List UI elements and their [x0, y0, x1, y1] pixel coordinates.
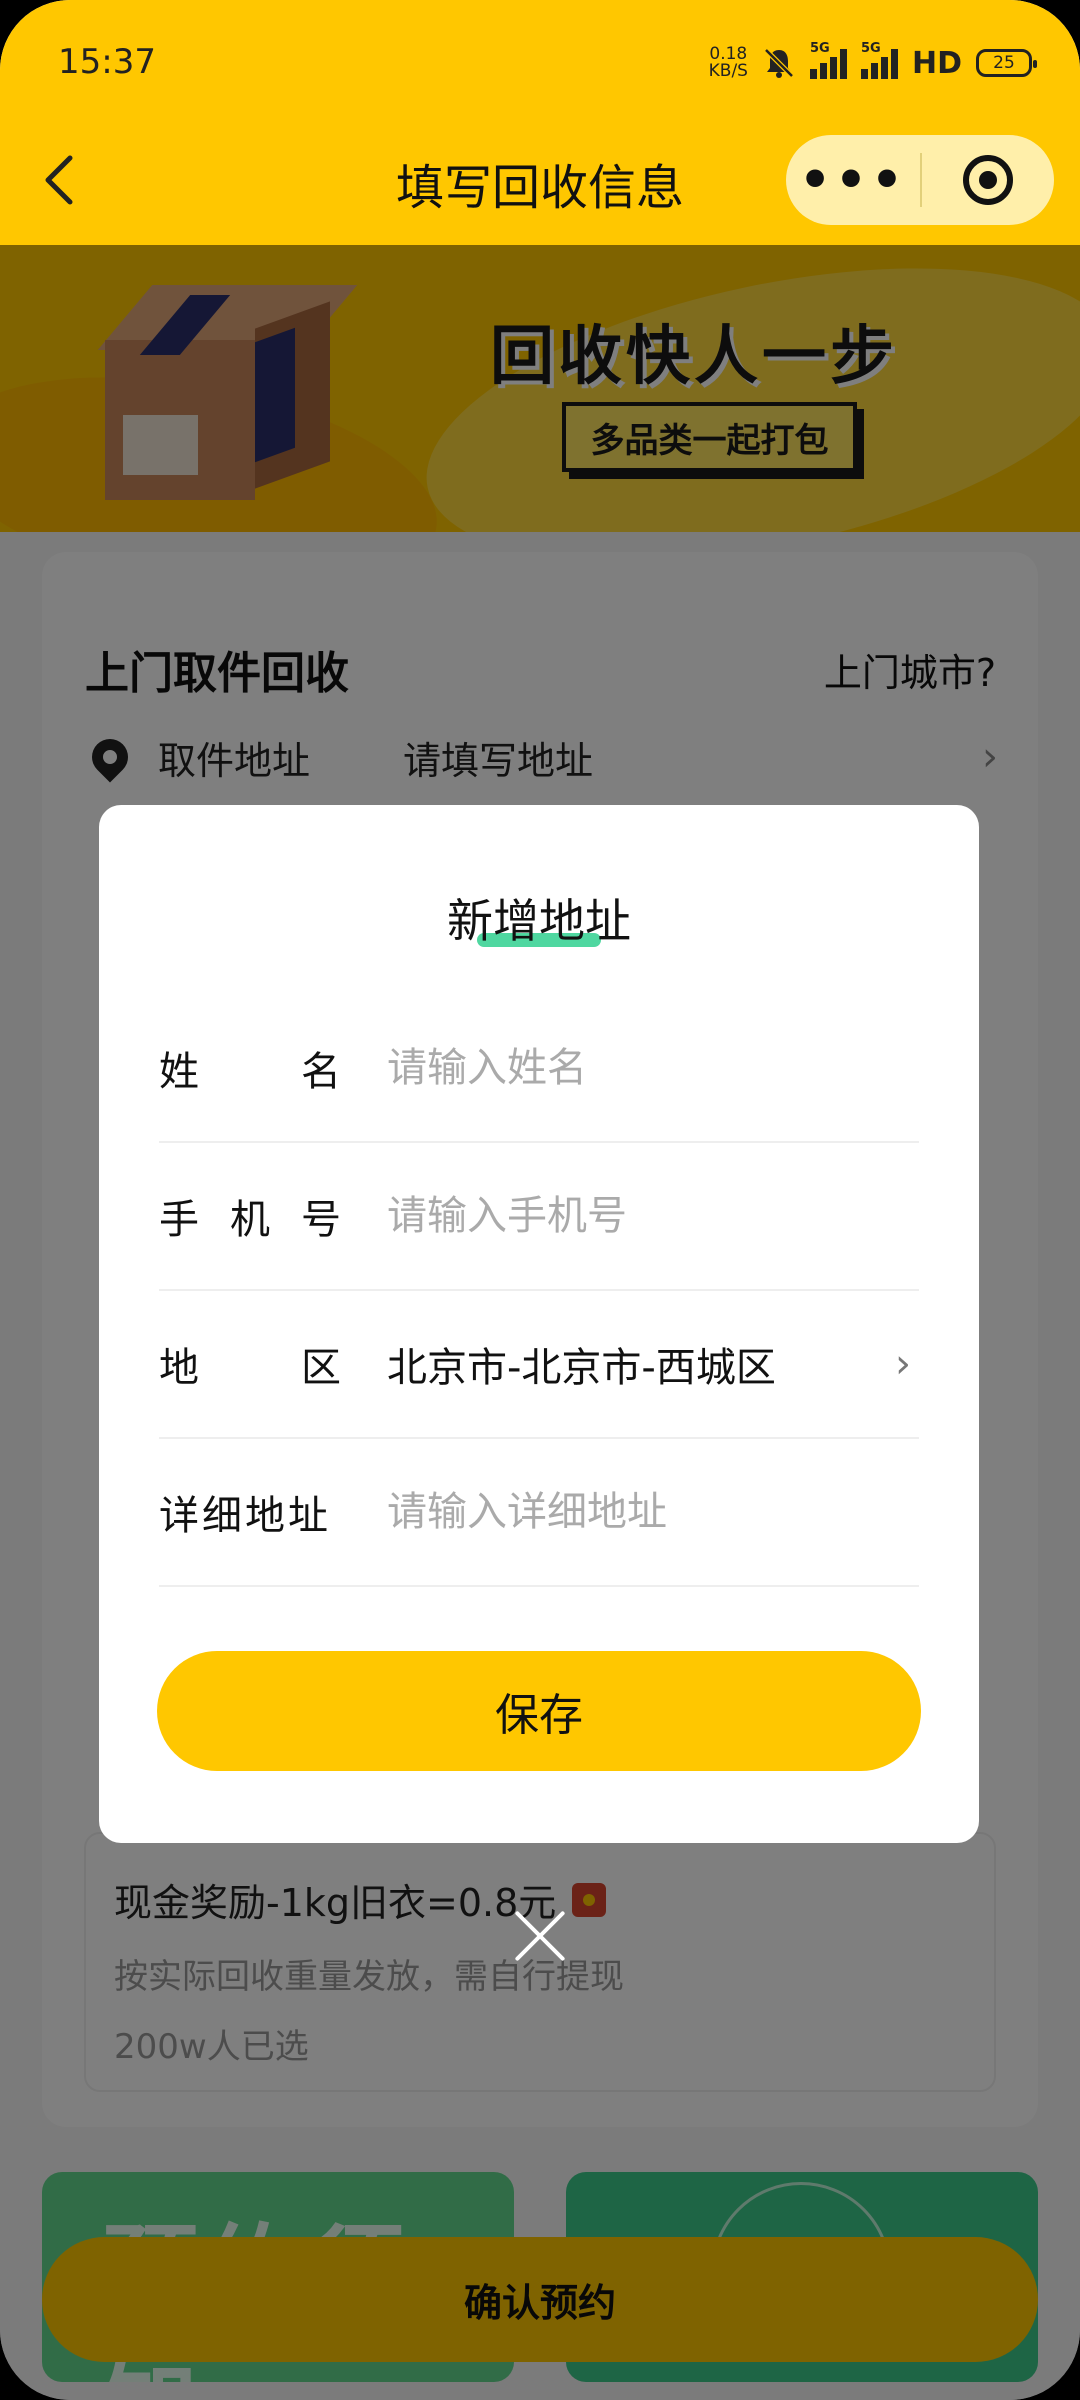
- more-dots-icon[interactable]: •••: [786, 155, 920, 205]
- save-button[interactable]: 保存: [157, 1651, 921, 1771]
- status-icons: 0.18 KB/S 5G 5G HD 25: [708, 38, 1037, 88]
- signal-icon: 5G: [809, 41, 847, 79]
- name-field: 姓 名: [159, 995, 919, 1143]
- add-address-dialog: 新增地址 姓 名 手 机 号 地 区 北京市-北京市-西城区 ›: [99, 805, 979, 1843]
- hd-indicator: HD: [911, 45, 962, 81]
- phone-input[interactable]: [387, 1193, 919, 1239]
- region-field[interactable]: 地 区 北京市-北京市-西城区 ›: [159, 1291, 919, 1439]
- dialog-title: 新增地址: [447, 894, 631, 948]
- region-value: 北京市-北京市-西城区: [387, 1345, 776, 1391]
- detail-address-field: 详细地址: [159, 1439, 919, 1587]
- signal-icon: 5G: [860, 41, 898, 79]
- miniprogram-capsule: •••: [786, 135, 1054, 225]
- detail-address-input[interactable]: [387, 1489, 919, 1535]
- close-miniprogram-button[interactable]: [922, 155, 1054, 205]
- bell-muted-icon: [764, 48, 794, 78]
- phone-field: 手 机 号: [159, 1143, 919, 1291]
- close-icon[interactable]: [514, 1910, 566, 1962]
- region-label: 地 区: [159, 1345, 341, 1391]
- battery-icon: 25: [976, 49, 1037, 77]
- detail-address-label: 详细地址: [159, 1493, 331, 1539]
- phone-screen: 15:37 0.18 KB/S 5G 5G HD 25 填写回收信息 ••• 新…: [0, 0, 1080, 2400]
- chevron-right-icon: ›: [895, 1341, 911, 1387]
- top-bar: 15:37 0.18 KB/S 5G 5G HD 25 填写回收信息 •••: [0, 0, 1080, 245]
- name-label: 姓 名: [159, 1049, 341, 1095]
- status-time: 15:37: [58, 42, 156, 82]
- name-input[interactable]: [387, 1045, 919, 1091]
- network-speed: 0.18 KB/S: [708, 44, 748, 81]
- target-icon: [963, 155, 1013, 205]
- phone-label: 手 机 号: [159, 1197, 341, 1243]
